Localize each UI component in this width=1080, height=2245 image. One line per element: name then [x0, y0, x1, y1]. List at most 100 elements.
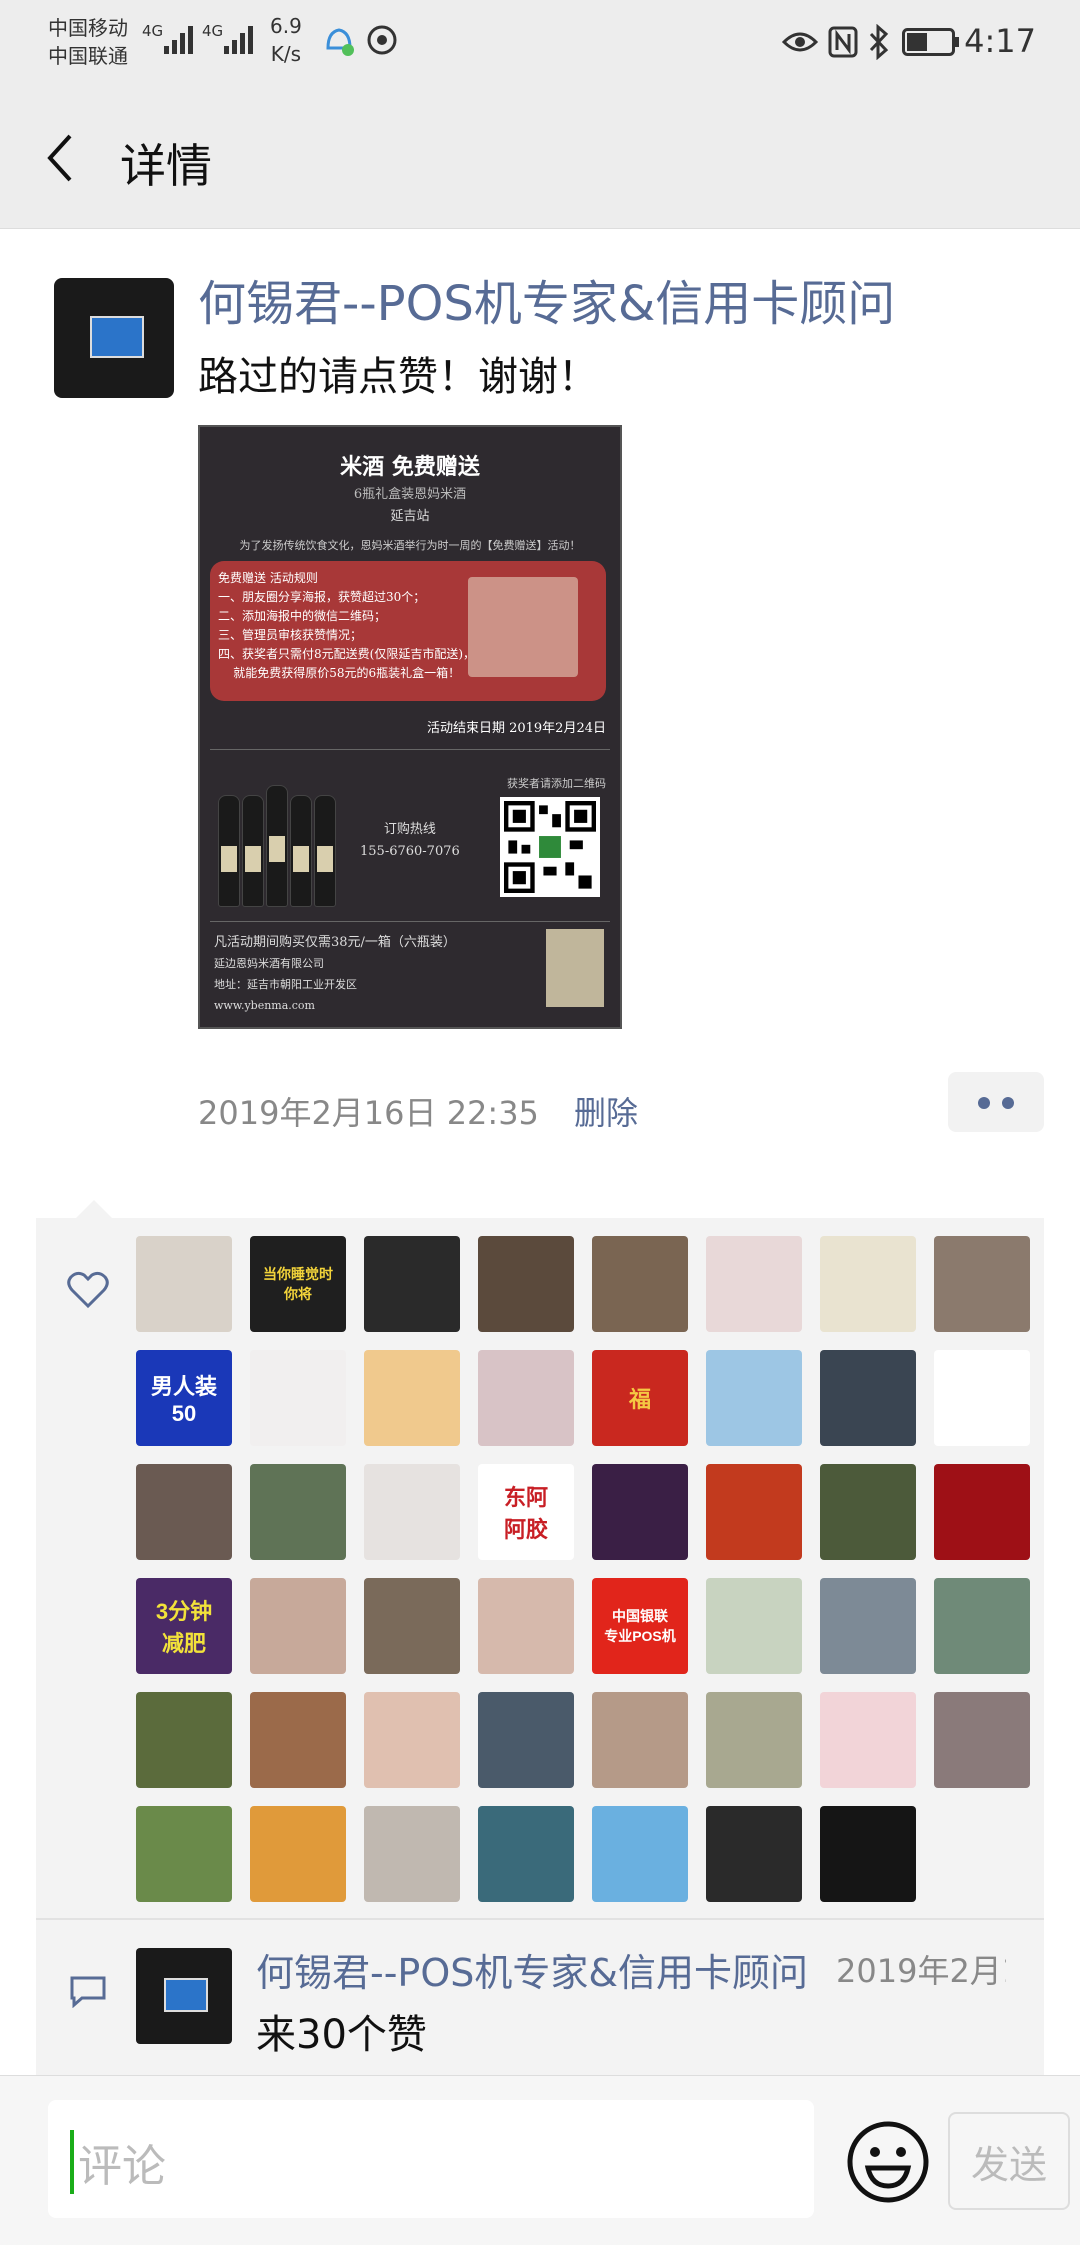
comment-author[interactable]: 何锡君--POS机专家&信用卡顾问	[256, 1942, 808, 1997]
liker-avatar[interactable]	[136, 1464, 232, 1560]
poster-divider-2	[210, 921, 610, 922]
nav-bar: 详情	[0, 86, 1080, 229]
liker-avatar[interactable]	[592, 1236, 688, 1332]
likes-pointer	[76, 1200, 112, 1218]
emoji-icon[interactable]	[846, 2120, 930, 2204]
post-image[interactable]: 米酒 免费赠送 6瓶礼盒装恩妈米酒 延吉站 为了发扬传统饮食文化，恩妈米酒举行为…	[198, 425, 622, 1029]
poster-location: 延吉站	[390, 509, 430, 524]
liker-avatar[interactable]: 当你睡觉时 你将	[250, 1236, 346, 1332]
liker-avatar[interactable]	[706, 1236, 802, 1332]
bottles-image	[218, 777, 338, 907]
liker-avatar[interactable]	[934, 1692, 1030, 1788]
pos-terminal-image	[90, 316, 144, 358]
status-bar: 中国移动 中国联通 4G 4G 6.9 K/s 4:17	[0, 0, 1080, 86]
comment-input[interactable]: 评论	[48, 2100, 814, 2218]
liker-avatar[interactable]: 东阿 阿胶	[478, 1464, 574, 1560]
signal-icon-2	[224, 26, 253, 54]
more-dot-icon	[978, 1097, 990, 1109]
liker-avatar[interactable]: 3分钟 减肥	[136, 1578, 232, 1674]
hotline-label: 订购热线	[383, 822, 436, 837]
product-pack-image	[546, 929, 604, 1007]
gift-box-image	[468, 577, 578, 677]
author-avatar[interactable]	[54, 278, 174, 398]
carrier-2: 中国联通	[48, 44, 128, 68]
poster-divider	[210, 749, 610, 750]
more-button[interactable]	[948, 1072, 1044, 1132]
liker-avatar[interactable]	[364, 1236, 460, 1332]
liker-avatar-text: 当你睡觉时 你将	[263, 1266, 333, 1302]
notification-icon	[326, 28, 354, 56]
liker-avatar[interactable]	[706, 1350, 802, 1446]
liker-avatar[interactable]: 男人装 50	[136, 1350, 232, 1446]
commenter-avatar[interactable]	[136, 1948, 232, 2044]
comment-icon	[70, 1976, 106, 2008]
poster-footer: 凡活动期间购买仅需38元/一箱（六瓶装） 延边恩妈米酒有限公司 地址：延吉市朝阳…	[214, 932, 456, 1016]
liker-avatar[interactable]	[820, 1692, 916, 1788]
liker-avatar[interactable]	[820, 1350, 916, 1446]
liker-avatar[interactable]	[820, 1578, 916, 1674]
more-dot-icon	[1002, 1097, 1014, 1109]
page-title: 详情	[120, 139, 212, 193]
speed-value: 6.9	[270, 14, 302, 38]
poster-company: 延边恩妈米酒有限公司	[214, 957, 324, 970]
liker-avatar[interactable]	[934, 1464, 1030, 1560]
poster-website: www.ybenma.com	[214, 999, 315, 1012]
liker-avatar[interactable]	[478, 1578, 574, 1674]
liker-avatar-text: 男人装 50	[150, 1374, 217, 1426]
liker-avatar[interactable]	[250, 1692, 346, 1788]
nfc-icon	[828, 26, 858, 58]
send-button[interactable]: 发送	[948, 2112, 1070, 2210]
poster-rules: 免费赠送 活动规则 一、朋友圈分享海报，获赞超过30个； 二、添加海报中的微信二…	[218, 571, 475, 680]
liker-avatar[interactable]	[478, 1350, 574, 1446]
liker-avatar[interactable]	[250, 1806, 346, 1902]
clock: 4:17	[964, 22, 1036, 60]
pos-terminal-image	[164, 1978, 208, 2012]
delete-link[interactable]: 删除	[574, 1088, 638, 1134]
liker-avatar[interactable]	[364, 1692, 460, 1788]
poster-end-date: 活动结束日期 2019年2月24日	[426, 721, 606, 736]
liker-avatar[interactable]	[364, 1350, 460, 1446]
comment-text: 来30个赞	[256, 2012, 427, 2058]
liker-avatar[interactable]	[136, 1236, 232, 1332]
liker-avatar[interactable]	[706, 1578, 802, 1674]
back-arrow-icon[interactable]	[40, 128, 80, 188]
liker-avatar[interactable]	[592, 1464, 688, 1560]
network-speed: 6.9 K/s	[270, 12, 302, 68]
post-author[interactable]: 何锡君--POS机专家&信用卡顾问	[198, 264, 895, 334]
liker-avatar[interactable]	[478, 1236, 574, 1332]
liker-avatar[interactable]	[592, 1806, 688, 1902]
liker-avatar[interactable]	[934, 1578, 1030, 1674]
liker-avatar[interactable]	[364, 1806, 460, 1902]
liker-avatar[interactable]: 中国银联 专业POS机	[592, 1578, 688, 1674]
liker-avatar[interactable]	[250, 1464, 346, 1560]
liker-avatar[interactable]	[706, 1692, 802, 1788]
liker-avatar[interactable]	[820, 1464, 916, 1560]
liker-avatar[interactable]	[250, 1350, 346, 1446]
poster-title: 米酒 免费赠送	[340, 454, 480, 480]
liker-avatar[interactable]	[478, 1806, 574, 1902]
post-time: 2019年2月16日 22:35	[198, 1094, 539, 1132]
liker-avatar[interactable]	[706, 1806, 802, 1902]
liker-avatar[interactable]: 福	[592, 1350, 688, 1446]
liker-avatar[interactable]	[250, 1578, 346, 1674]
poster-address: 地址：延吉市朝阳工业开发区	[214, 978, 357, 991]
liker-avatar[interactable]	[136, 1692, 232, 1788]
liker-avatar[interactable]	[364, 1464, 460, 1560]
heart-icon	[67, 1271, 109, 1309]
carrier-1: 中国移动	[48, 16, 128, 40]
poster-promo: 凡活动期间购买仅需38元/一箱（六瓶装）	[214, 935, 456, 950]
liker-avatar[interactable]	[136, 1806, 232, 1902]
liker-avatar[interactable]	[934, 1350, 1030, 1446]
liker-avatar[interactable]	[820, 1236, 916, 1332]
liker-avatar[interactable]	[364, 1578, 460, 1674]
liker-avatar[interactable]	[934, 1236, 1030, 1332]
network-type-2: 4G	[202, 22, 224, 40]
liker-avatar[interactable]	[478, 1692, 574, 1788]
comment-time: 2019年2月1	[836, 1952, 1006, 1990]
liker-avatar[interactable]	[820, 1806, 916, 1902]
liker-avatar[interactable]	[706, 1464, 802, 1560]
carrier-labels: 中国移动 中国联通	[48, 14, 128, 70]
liker-avatar[interactable]	[592, 1692, 688, 1788]
liker-avatar-text: 福	[628, 1387, 651, 1412]
bluetooth-icon	[869, 24, 889, 60]
